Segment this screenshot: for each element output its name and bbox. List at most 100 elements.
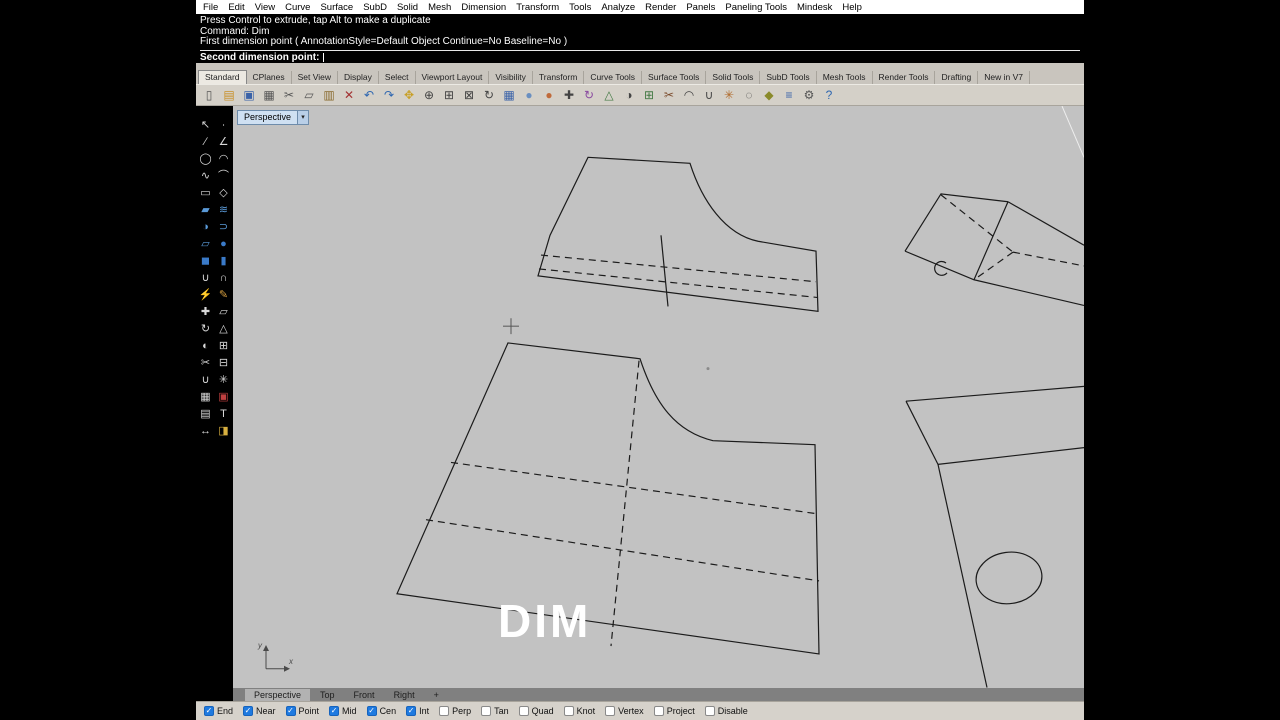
copy-object-icon[interactable]: ▱ (215, 305, 232, 320)
toolbar-tab[interactable]: Surface Tools (642, 70, 707, 84)
join-icon[interactable]: ∪ (700, 86, 718, 104)
shaded-view-icon[interactable]: ● (520, 86, 538, 104)
toolbar-tab[interactable]: Set View (292, 70, 339, 84)
select-arrow-icon[interactable]: ↖ (197, 118, 214, 133)
paste-icon[interactable]: ▥ (320, 86, 338, 104)
polyline-icon[interactable]: ∠ (215, 135, 232, 150)
boolean-union-icon[interactable]: ∪ (197, 271, 214, 286)
osnap-toggle[interactable]: ✓ Mid (329, 706, 357, 716)
rectangle-icon[interactable]: ▭ (197, 186, 214, 201)
explode-icon[interactable]: ✳ (720, 86, 738, 104)
cut-icon[interactable]: ✂ (280, 86, 298, 104)
toolbar-tab[interactable]: Visibility (489, 70, 533, 84)
menu-item[interactable]: Transform (511, 2, 564, 13)
print-icon[interactable]: ▦ (260, 86, 278, 104)
osnap-toggle[interactable]: ✓ Disable (704, 706, 748, 716)
osnap-toggle[interactable]: ✓ Quad (518, 706, 554, 716)
new-file-icon[interactable]: ▯ (200, 86, 218, 104)
move-icon[interactable]: ✚ (197, 305, 214, 320)
menu-item[interactable]: Dimension (456, 2, 511, 13)
viewport-layout-icon[interactable]: ▦ (500, 86, 518, 104)
menu-item[interactable]: Help (837, 2, 867, 13)
wireframe-shape-right[interactable] (905, 385, 1084, 688)
box-icon[interactable]: ◼ (197, 254, 214, 269)
menu-item[interactable]: Curve (280, 2, 315, 13)
trim-icon[interactable]: ✂ (660, 86, 678, 104)
zoom-icon[interactable]: ⊕ (420, 86, 438, 104)
wireframe-shape-prism[interactable] (904, 192, 1084, 306)
toolbar-tab[interactable]: Mesh Tools (817, 70, 873, 84)
surface-plane-icon[interactable]: ▰ (197, 203, 214, 218)
fillet-icon[interactable]: ◠ (680, 86, 698, 104)
menu-item[interactable]: Render (640, 2, 681, 13)
osnap-toggle[interactable]: ✓ Perp (439, 706, 471, 716)
move-icon[interactable]: ✚ (560, 86, 578, 104)
text-icon[interactable]: T (215, 407, 232, 422)
menu-item[interactable]: Edit (223, 2, 249, 13)
osnap-toggle[interactable]: ✓ Point (285, 706, 319, 716)
open-file-icon[interactable]: ▤ (220, 86, 238, 104)
save-icon[interactable]: ▣ (240, 86, 258, 104)
wireframe-shape-bottom[interactable] (396, 341, 820, 655)
toolbar-tab[interactable]: Viewport Layout (416, 70, 490, 84)
mirror-icon[interactable]: ◐ (197, 339, 214, 354)
viewport-tab[interactable]: Top (311, 689, 344, 701)
toolbar-tab[interactable]: Standard (198, 69, 247, 84)
menu-item[interactable]: Tools (564, 2, 596, 13)
hide-icon[interactable]: ◌ (740, 86, 758, 104)
toolbar-tab[interactable]: Drafting (935, 70, 979, 84)
osnap-toggle[interactable]: ✓ End (204, 706, 233, 716)
circle-icon[interactable]: ◯ (197, 152, 214, 167)
zoom-extents-icon[interactable]: ⊠ (460, 86, 478, 104)
wireframe-shape-top[interactable] (537, 156, 819, 312)
hatch-icon[interactable]: ▤ (197, 407, 214, 422)
layers-icon[interactable]: ≡ (780, 86, 798, 104)
viewport-tab[interactable]: + (425, 689, 448, 701)
trim-icon[interactable]: ✂ (197, 356, 214, 371)
menu-item[interactable]: Mindesk (792, 2, 837, 13)
viewport-menu-arrow-icon[interactable]: ▾ (298, 109, 310, 125)
toolbar-tab[interactable]: Solid Tools (706, 70, 761, 84)
menu-item[interactable]: Surface (315, 2, 358, 13)
group-icon[interactable]: ▦ (197, 390, 214, 405)
boolean-difference-icon[interactable]: ∩ (215, 271, 232, 286)
viewport-title-tab[interactable]: Perspective ▾ (237, 109, 310, 125)
sweep-icon[interactable]: ⊃ (215, 220, 232, 235)
menu-item[interactable]: View (250, 2, 280, 13)
curve-icon[interactable]: ∿ (197, 169, 214, 184)
split-icon[interactable]: ⊟ (215, 356, 232, 371)
join-icon[interactable]: ∪ (197, 373, 214, 388)
menu-item[interactable]: File (198, 2, 223, 13)
osnap-toggle[interactable]: ✓ Cen (366, 706, 396, 716)
copy-icon[interactable]: ▱ (300, 86, 318, 104)
redo-icon[interactable]: ↷ (380, 86, 398, 104)
cylinder-icon[interactable]: ▮ (215, 254, 232, 269)
paint-icon[interactable]: ◨ (215, 424, 232, 439)
menu-item[interactable]: Mesh (423, 2, 456, 13)
menu-item[interactable]: SubD (358, 2, 392, 13)
annotate-pencil-icon[interactable]: ✎ (215, 288, 232, 303)
menu-item[interactable]: Analyze (596, 2, 640, 13)
polygon-icon[interactable]: ◇ (215, 186, 232, 201)
block-icon[interactable]: ▣ (215, 390, 232, 405)
command-prompt[interactable]: Second dimension point: (200, 49, 1080, 63)
line-icon[interactable]: ∕ (197, 135, 214, 150)
menu-item[interactable]: Panels (681, 2, 720, 13)
array-icon[interactable]: ⊞ (215, 339, 232, 354)
toolbar-tab[interactable]: New in V7 (978, 70, 1030, 84)
flash-icon[interactable]: ⚡ (197, 288, 214, 303)
osnap-toggle[interactable]: ✓ Int (406, 706, 429, 716)
undo-icon[interactable]: ↶ (360, 86, 378, 104)
zoom-window-icon[interactable]: ⊞ (440, 86, 458, 104)
point-icon[interactable]: ∙ (215, 118, 232, 133)
toolbar-tab[interactable]: Transform (533, 70, 585, 84)
mirror-icon[interactable]: ◑ (620, 86, 638, 104)
dimension-icon[interactable]: ↔ (197, 424, 214, 439)
osnap-toggle[interactable]: ✓ Knot (563, 706, 595, 716)
osnap-toggle[interactable]: ✓ Tan (481, 706, 509, 716)
scale-icon[interactable]: △ (215, 322, 232, 337)
help-icon[interactable]: ? (820, 86, 838, 104)
arc-icon[interactable]: ◠ (215, 152, 232, 167)
osnap-toggle[interactable]: ✓ Vertex (605, 706, 644, 716)
explode-icon[interactable]: ✳ (215, 373, 232, 388)
